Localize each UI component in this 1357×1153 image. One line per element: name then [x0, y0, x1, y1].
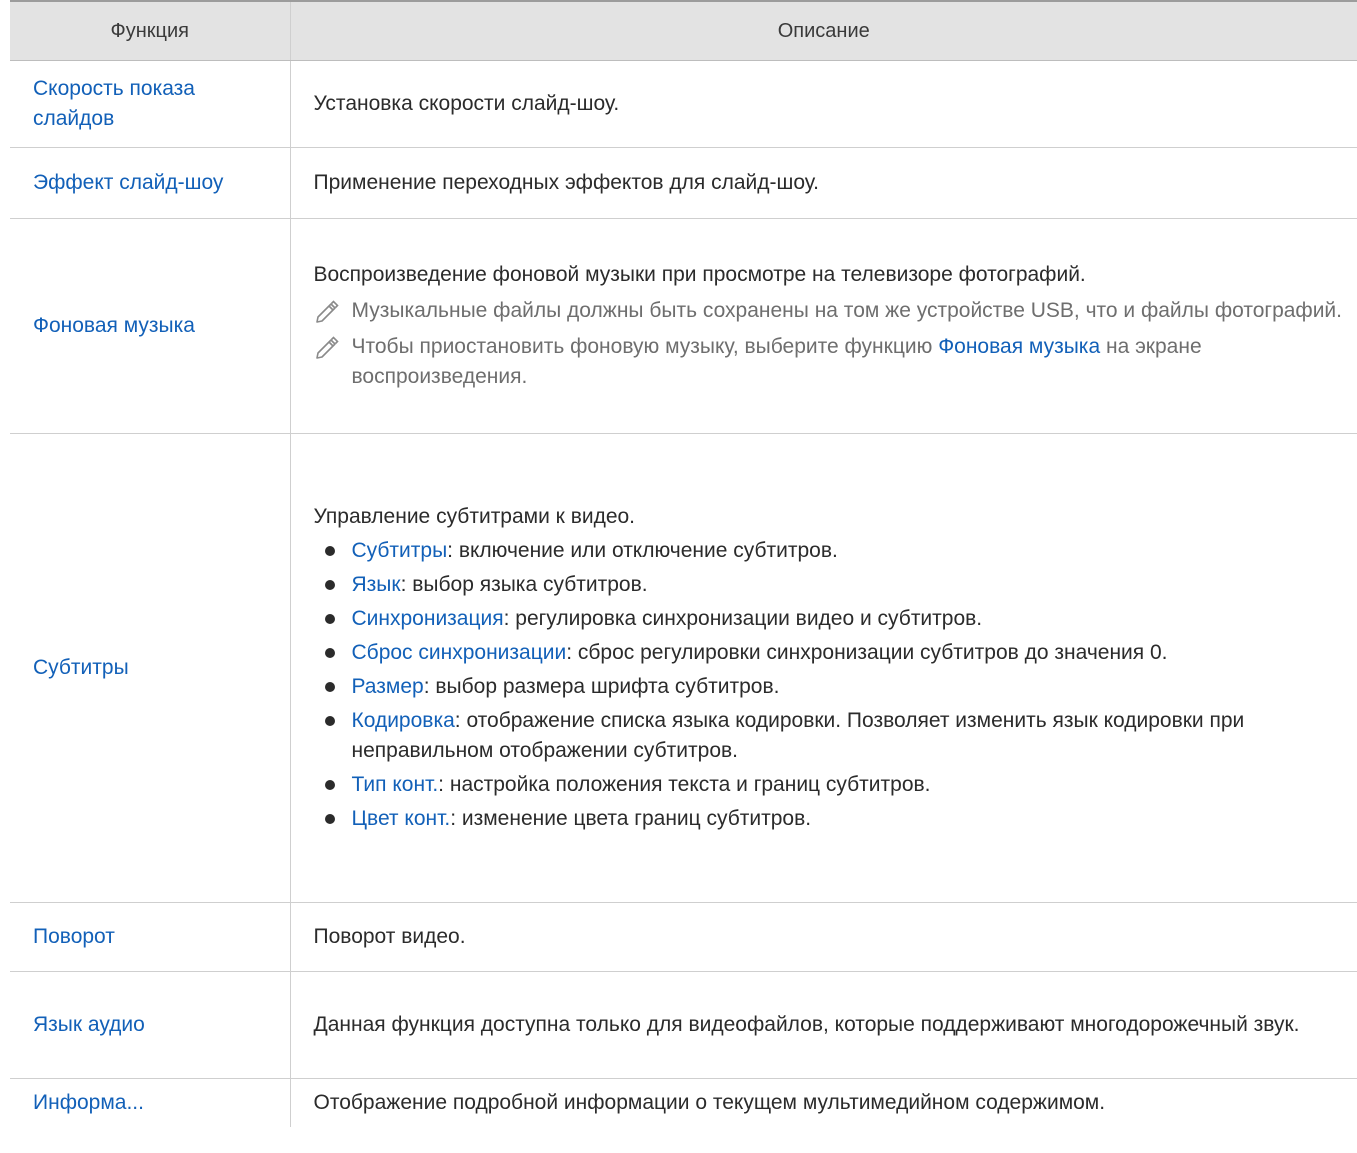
bullet-icon [324, 682, 335, 692]
option-term[interactable]: Цвет конт. [352, 807, 451, 830]
bullet-icon [324, 814, 335, 824]
function-name: Язык аудио [10, 971, 291, 1079]
pencil-icon [315, 336, 339, 359]
subtitle-options-list: Субтитры: включение или отключение субти… [314, 536, 1346, 834]
note: Музыкальные файлы должны быть сохранены … [314, 296, 1346, 326]
note-link-background-music[interactable]: Фоновая музыка [938, 335, 1100, 358]
table-row: Язык аудио Данная функция доступна тольк… [10, 971, 1357, 1079]
option-term[interactable]: Тип конт. [352, 773, 439, 796]
function-name: Скорость показа слайдов [10, 60, 291, 148]
option-text: : выбор размера шрифта субтитров. [423, 675, 780, 698]
list-item: Субтитры: включение или отключение субти… [314, 536, 1346, 566]
list-item: Кодировка: отображение списка языка коди… [314, 706, 1346, 766]
bullet-icon [324, 614, 335, 624]
option-term[interactable]: Субтитры [352, 539, 448, 562]
option-term[interactable]: Синхронизация [352, 607, 504, 630]
options-table-container: Функция Описание Скорость показа слайдов… [10, 0, 1357, 1127]
option-term[interactable]: Размер [352, 675, 424, 698]
bullet-icon [324, 580, 335, 590]
list-item: Тип конт.: настройка положения текста и … [314, 770, 1346, 800]
bullet-icon [324, 716, 335, 726]
function-description: Установка скорости слайд-шоу. [290, 60, 1357, 148]
option-text: : сброс регулировки синхронизации субтит… [566, 641, 1168, 664]
function-description: Отображение подробной информации о текущ… [313, 1091, 1106, 1114]
options-table: Функция Описание Скорость показа слайдов… [10, 2, 1357, 1127]
list-item: Язык: выбор языка субтитров. [314, 570, 1346, 600]
function-description: Поворот видео. [290, 902, 1357, 972]
table-row: Информа... Отображение подробной информа… [10, 1078, 1357, 1127]
option-text: : выбор языка субтитров. [400, 573, 648, 596]
header-function: Функция [10, 2, 291, 61]
table-row: Скорость показа слайдов Установка скорос… [10, 60, 1357, 148]
function-name: Информа... [10, 1078, 291, 1127]
table-row: Эффект слайд-шоу Применение переходных э… [10, 147, 1357, 219]
function-description: Управление субтитрами к видео. [313, 505, 636, 528]
option-text: : регулировка синхронизации видео и субт… [503, 607, 983, 630]
option-term[interactable]: Язык [352, 573, 401, 596]
table-row: Субтитры Управление субтитрами к видео. … [10, 433, 1357, 903]
note: Чтобы приостановить фоновую музыку, выбе… [314, 332, 1346, 392]
list-item: Сброс синхронизации: сброс регулировки с… [314, 638, 1346, 668]
option-text: : включение или отключение субтитров. [447, 539, 838, 562]
list-item: Синхронизация: регулировка синхронизации… [314, 604, 1346, 634]
function-name: Фоновая музыка [10, 218, 291, 434]
table-row: Фоновая музыка Воспроизведение фоновой м… [10, 218, 1357, 434]
pencil-icon [315, 300, 339, 323]
function-description-block: Управление субтитрами к видео. Субтитры:… [290, 433, 1357, 903]
list-item: Цвет конт.: изменение цвета границ субти… [314, 804, 1346, 834]
function-description: Применение переходных эффектов для слайд… [290, 147, 1357, 219]
header-description: Описание [290, 2, 1357, 61]
note-text: Чтобы приостановить фоновую музыку, выбе… [351, 335, 939, 358]
function-name: Поворот [10, 902, 291, 972]
bullet-icon [324, 780, 335, 790]
function-name: Эффект слайд-шоу [10, 147, 291, 219]
option-text: : изменение цвета границ субтитров. [450, 807, 812, 830]
function-description: Воспроизведение фоновой музыки при просм… [313, 263, 1086, 286]
table-row: Поворот Поворот видео. [10, 902, 1357, 972]
bullet-icon [324, 648, 335, 658]
function-name: Субтитры [10, 433, 291, 903]
function-description: Данная функция доступна только для видео… [290, 971, 1357, 1079]
option-text: : настройка положения текста и границ су… [438, 773, 931, 796]
option-term[interactable]: Сброс синхронизации [352, 641, 567, 664]
note-text: Музыкальные файлы должны быть сохранены … [351, 299, 1343, 322]
list-item: Размер: выбор размера шрифта субтитров. [314, 672, 1346, 702]
bullet-icon [324, 546, 335, 556]
option-text: : отображение списка языка кодировки. По… [351, 709, 1245, 762]
option-term[interactable]: Кодировка [352, 709, 455, 732]
table-header-row: Функция Описание [10, 2, 1357, 61]
function-description-block: Воспроизведение фоновой музыки при просм… [290, 218, 1357, 434]
